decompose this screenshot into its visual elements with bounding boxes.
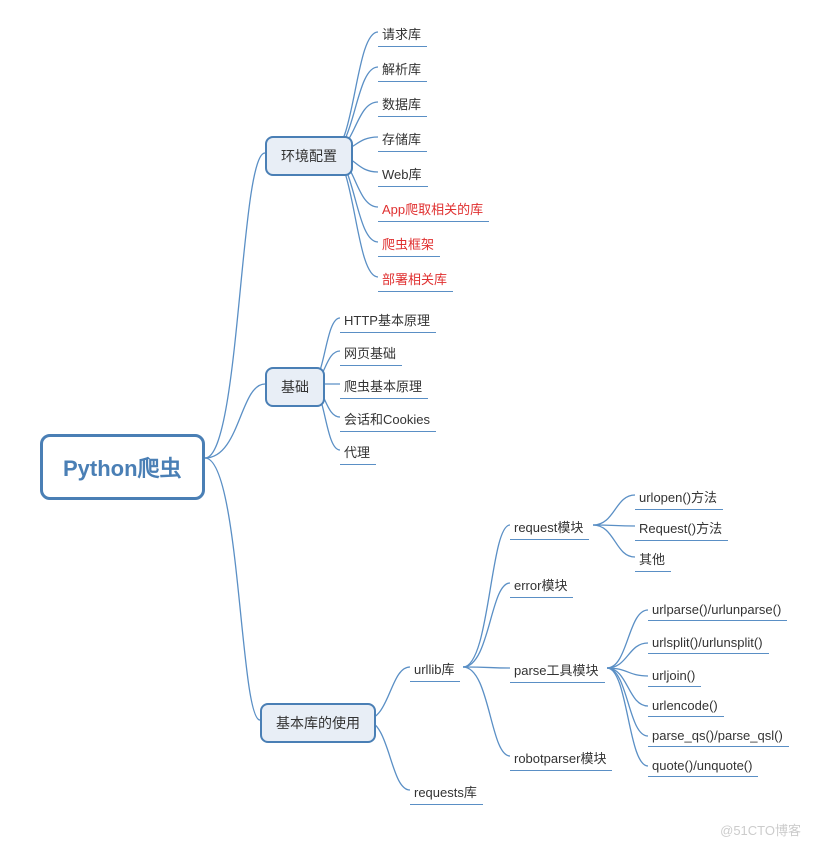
leaf-request-module[interactable]: request模块: [510, 515, 589, 540]
leaf-env-1[interactable]: 解析库: [378, 57, 427, 82]
leaf-basics-3[interactable]: 会话和Cookies: [340, 407, 436, 432]
leaf-basics-2[interactable]: 爬虫基本原理: [340, 374, 428, 399]
leaf-urlopen[interactable]: urlopen()方法: [635, 485, 723, 510]
leaf-basics-0[interactable]: HTTP基本原理: [340, 308, 436, 333]
leaf-parseqs[interactable]: parse_qs()/parse_qsl(): [648, 726, 789, 747]
leaf-env-0[interactable]: 请求库: [378, 22, 427, 47]
leaf-env-4[interactable]: Web库: [378, 162, 428, 187]
leaf-env-6[interactable]: 爬虫框架: [378, 232, 440, 257]
root-node[interactable]: Python爬虫: [40, 434, 205, 500]
leaf-urllib[interactable]: urllib库: [410, 657, 460, 682]
leaf-requests[interactable]: requests库: [410, 780, 483, 805]
leaf-env-7[interactable]: 部署相关库: [378, 267, 453, 292]
leaf-basics-1[interactable]: 网页基础: [340, 341, 402, 366]
leaf-basics-4[interactable]: 代理: [340, 440, 376, 465]
watermark: @51CTO博客: [720, 820, 801, 839]
leaf-quote[interactable]: quote()/unquote(): [648, 756, 758, 777]
leaf-env-2[interactable]: 数据库: [378, 92, 427, 117]
mindmap-canvas: Python爬虫 环境配置 基础 基本库的使用 请求库 解析库 数据库 存储库 …: [0, 0, 813, 847]
leaf-other[interactable]: 其他: [635, 547, 671, 572]
branch-basics[interactable]: 基础: [265, 367, 325, 407]
leaf-urlsplit[interactable]: urlsplit()/urlunsplit(): [648, 633, 769, 654]
leaf-env-5[interactable]: App爬取相关的库: [378, 197, 489, 222]
branch-libs[interactable]: 基本库的使用: [260, 703, 376, 743]
leaf-urlparse[interactable]: urlparse()/urlunparse(): [648, 600, 787, 621]
leaf-urljoin[interactable]: urljoin(): [648, 666, 701, 687]
leaf-robotparser-module[interactable]: robotparser模块: [510, 746, 612, 771]
leaf-urlencode[interactable]: urlencode(): [648, 696, 724, 717]
leaf-parse-module[interactable]: parse工具模块: [510, 658, 605, 683]
branch-env[interactable]: 环境配置: [265, 136, 353, 176]
leaf-error-module[interactable]: error模块: [510, 573, 573, 598]
leaf-env-3[interactable]: 存储库: [378, 127, 427, 152]
leaf-request-method[interactable]: Request()方法: [635, 516, 728, 541]
